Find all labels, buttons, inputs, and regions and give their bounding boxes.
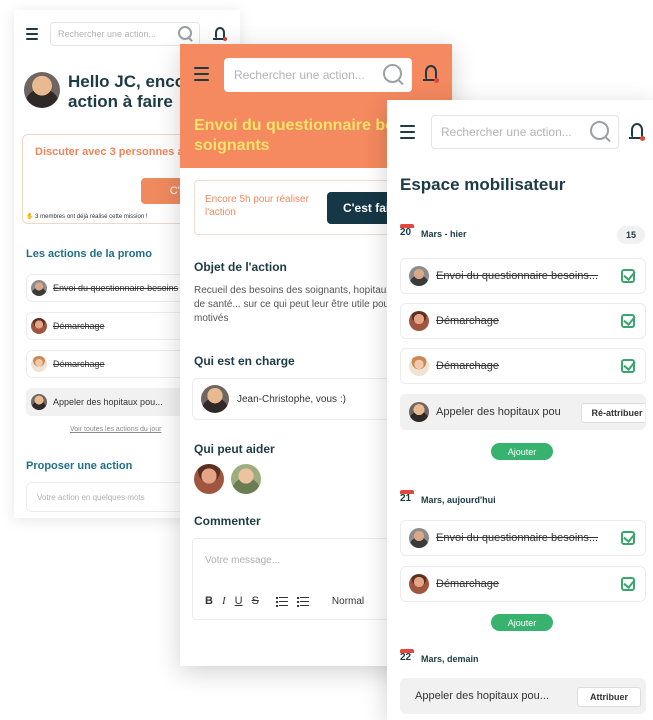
promo-heading: Les actions de la promo (26, 248, 152, 260)
bell-icon[interactable] (629, 122, 645, 142)
search-icon: #screen3 .mag::before{width:15px;height:… (590, 121, 612, 143)
list-item[interactable]: Envoi du questionnaire besoins... (400, 258, 646, 294)
avatar (201, 385, 229, 413)
underline-button[interactable]: U (235, 595, 243, 607)
comment-placeholder: Votre message... (205, 555, 281, 566)
help-heading: Qui peut aider (194, 442, 275, 456)
bell-icon[interactable] (213, 26, 227, 42)
helper-avatar[interactable] (231, 464, 261, 494)
editor-toolbar: B I U S Normal (205, 595, 364, 607)
comment-heading: Commenter (194, 514, 261, 528)
strike-button[interactable]: S (252, 595, 259, 607)
avatar (31, 356, 47, 372)
add-button[interactable]: Ajouter (491, 443, 553, 460)
check-icon[interactable] (621, 531, 635, 545)
avatar (409, 266, 429, 286)
avatar (409, 311, 429, 331)
assign-button[interactable]: Attribuer (577, 687, 641, 707)
search-input[interactable]: Rechercher une action... #screen3 .mag::… (431, 115, 619, 149)
ordered-list-icon[interactable] (275, 596, 288, 607)
charge-heading: Qui est en charge (194, 354, 295, 368)
objet-heading: Objet de l'action (194, 260, 287, 274)
check-icon[interactable] (621, 577, 635, 591)
propose-heading: Proposer une action (26, 460, 133, 472)
avatar (31, 280, 47, 296)
menu-icon[interactable] (194, 67, 209, 81)
page-title: Espace mobilisateur (400, 175, 566, 194)
calendar-icon: 20 (400, 224, 414, 238)
avatar (31, 394, 47, 410)
day-label: Mars, demain (421, 654, 479, 664)
screen-mobilisateur: Rechercher une action... #screen3 .mag::… (387, 100, 653, 720)
calendar-icon: 21 (400, 490, 414, 504)
bell-icon[interactable] (423, 64, 439, 84)
avatar (409, 402, 429, 422)
list-item[interactable]: Démarchage (400, 303, 646, 339)
list-item[interactable]: Démarchage (400, 348, 646, 384)
bullet-list-icon[interactable] (296, 596, 309, 607)
day-label: Mars, aujourd'hui (421, 495, 496, 505)
bold-button[interactable]: B (205, 595, 213, 607)
avatar (409, 356, 429, 376)
menu-icon[interactable] (400, 125, 415, 139)
helper-avatar[interactable] (194, 464, 224, 494)
check-icon[interactable] (621, 269, 635, 283)
avatar (409, 574, 429, 594)
add-button[interactable]: Ajouter (491, 614, 553, 631)
members-note: ✋ 3 membres ont déjà réalisé cette missi… (26, 214, 148, 220)
list-item[interactable]: Envoi du questionnaire besoins... (400, 520, 646, 556)
list-item[interactable]: Démarchage (400, 566, 646, 602)
text-style-select[interactable]: Normal (332, 596, 364, 607)
search-icon: #screen1 .mag::before{width:10px;height:… (178, 26, 194, 42)
day-label: Mars - hier (421, 229, 467, 239)
calendar-icon: 22 (400, 649, 414, 663)
user-avatar (24, 72, 60, 108)
count-badge: 15 (617, 226, 645, 244)
check-icon[interactable] (621, 314, 635, 328)
check-icon[interactable] (621, 359, 635, 373)
search-icon: #screen2 .mag::before{width:15px;height:… (383, 64, 405, 86)
reassign-button[interactable]: Ré-attribuer (581, 403, 645, 423)
search-input[interactable]: Rechercher une action... #screen2 .mag::… (224, 58, 412, 92)
menu-icon[interactable] (26, 28, 38, 40)
avatar (31, 318, 47, 334)
deadline-text: Encore 5h pour réaliser l'action (205, 194, 309, 218)
list-item[interactable]: Appeler des hopitaux pou... Attribuer (400, 678, 646, 714)
list-item[interactable]: Appeler des hopitaux pou Ré-attribuer (400, 394, 646, 430)
italic-button[interactable]: I (222, 595, 226, 607)
search-input[interactable]: Rechercher une action... #screen1 .mag::… (50, 22, 200, 46)
avatar (409, 528, 429, 548)
see-all-link[interactable]: Voir toutes les actions du jour (70, 426, 161, 433)
